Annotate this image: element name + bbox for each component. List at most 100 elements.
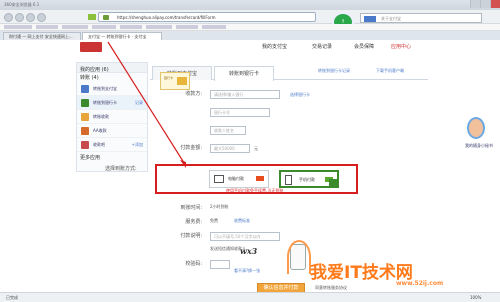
- status-bar: 已完成 100%: [0, 292, 500, 302]
- arrive-note: 使用手机付款免手续费,当天到账: [226, 188, 284, 193]
- bankcard-icon: [81, 99, 89, 107]
- shop-icon: [81, 141, 89, 149]
- fee-link[interactable]: 收费标准: [234, 218, 250, 224]
- back-icon[interactable]: [4, 13, 13, 22]
- phone-icon: [285, 175, 292, 185]
- transfer-icon: [81, 85, 89, 93]
- alipay-logo: [80, 42, 102, 52]
- field-label: 收款方:: [185, 91, 202, 97]
- fav-item[interactable]: [92, 25, 116, 29]
- sidebar-item-label: 转账到支付宝: [93, 86, 117, 91]
- favorites-bar: [0, 24, 500, 31]
- address-text: https://shenghuo.alipay.com/transfercard…: [117, 15, 216, 20]
- sidebar-item-receive[interactable]: 转账收款: [77, 110, 147, 124]
- more-apps[interactable]: 更多应用: [77, 152, 147, 163]
- field-label: 付款说明:: [180, 233, 202, 239]
- page-header: 我的支付宝 交易记录 会员保障 应用中心: [76, 40, 426, 54]
- computer-icon: [214, 175, 224, 183]
- fav-item[interactable]: [202, 25, 226, 29]
- amount-field[interactable]: 最大50000: [210, 144, 250, 153]
- field-label: 付款金额:: [180, 145, 202, 151]
- note-field[interactable]: 可以不填写,50个汉字以内: [210, 232, 280, 241]
- tab-tenpay[interactable]: 财付通 — 网上支付 安全快速网上...: [3, 32, 81, 40]
- sidebar-item-aa[interactable]: AA收款: [77, 124, 147, 138]
- records-link[interactable]: 转账到银行卡记录: [318, 68, 350, 74]
- arrive-label: 选择到账方式:: [105, 166, 137, 172]
- nav-records[interactable]: 交易记录: [312, 43, 332, 50]
- agree-checkbox[interactable]: 同意转账服务协议: [315, 285, 347, 291]
- field-label: 校验码:: [185, 261, 202, 267]
- sidebar-item-label: 转账到银行卡: [93, 100, 117, 105]
- sidebar-item-label: 转账收款: [93, 114, 109, 119]
- assistant-label: 我的随身小秘书: [465, 143, 493, 148]
- field-label: 到账时间:: [180, 205, 202, 211]
- download-link[interactable]: 下载手机客户端: [376, 68, 404, 74]
- add-link[interactable]: +添加: [132, 142, 143, 148]
- forward-icon[interactable]: [15, 13, 24, 22]
- card-icon: [177, 77, 187, 85]
- close-icon[interactable]: [490, 0, 500, 8]
- watermark-url: www.52ij.com: [396, 280, 444, 287]
- aa-icon: [81, 127, 89, 135]
- refresh-icon[interactable]: [26, 13, 35, 22]
- arrive-time: 2小时到账: [210, 204, 229, 209]
- sidebar-item-shoukuan[interactable]: 收款吧 +添加: [77, 138, 147, 152]
- receive-icon: [81, 113, 89, 121]
- option-mobile-pay[interactable]: 手机付款: [279, 170, 339, 188]
- home-icon[interactable]: [37, 13, 46, 22]
- search-engine-icon: [364, 16, 376, 22]
- fav-item[interactable]: [120, 25, 142, 29]
- sidebar-item-bankcard[interactable]: 转账到银行卡 记录: [77, 96, 147, 110]
- browser-chrome: 360安全浏览器 6.1 https://shenghuo.alipay.com…: [0, 0, 500, 40]
- search-input[interactable]: 关于支付宝: [360, 13, 482, 23]
- sidebar-item-transfer[interactable]: 转账到支付宝: [77, 82, 147, 96]
- captcha-field[interactable]: [210, 260, 230, 269]
- sidebar-group: 转账 (4): [80, 75, 99, 81]
- status-text: 已完成: [6, 295, 18, 300]
- window-title: 360安全浏览器 6.1: [4, 2, 40, 7]
- amount-unit: 元: [254, 146, 258, 151]
- records-link[interactable]: 记录: [135, 100, 143, 106]
- tab-to-bankcard[interactable]: 转账到银行卡: [214, 66, 274, 81]
- hot-icon[interactable]: [88, 14, 96, 20]
- minimize-icon[interactable]: [470, 0, 480, 8]
- fee-value: 免费: [210, 218, 218, 223]
- watermark-logo: [287, 240, 311, 274]
- fav-item[interactable]: [62, 25, 88, 29]
- sidebar: 我的应用 (6) 转账 (4) 转账到支付宝 转账到银行卡 记录 转账收款 AA收…: [76, 62, 148, 172]
- titlebar: 360安全浏览器 6.1: [0, 0, 500, 10]
- card-number-field[interactable]: 银行卡号: [210, 108, 270, 117]
- search-placeholder: 关于支付宝: [381, 16, 401, 21]
- option-label: 手机付款: [299, 177, 315, 182]
- tab-alipay[interactable]: 支付宝 — 转账到银行卡 · 支付宝: [82, 32, 162, 40]
- zoom-level[interactable]: 100%: [470, 295, 481, 300]
- fav-item[interactable]: [36, 25, 58, 29]
- fav-item[interactable]: [176, 25, 198, 29]
- field-label: 服务费:: [185, 219, 202, 225]
- bank-hint[interactable]: 选择银行卡: [290, 92, 310, 98]
- sidebar-item-label: AA收款: [93, 128, 107, 133]
- nav-security[interactable]: 会员保障: [354, 43, 374, 50]
- option-label: 电脑付款: [228, 176, 244, 181]
- payee-name-field[interactable]: 收款人姓名: [210, 126, 246, 135]
- sidebar-item-label: 收款吧: [93, 142, 105, 147]
- address-bar[interactable]: https://shenghuo.alipay.com/transfercard…: [98, 12, 316, 22]
- fee-badge: [256, 176, 264, 181]
- navbar: https://shenghuo.alipay.com/transfercard…: [0, 10, 500, 32]
- assistant-widget[interactable]: 我的随身小秘书: [465, 117, 493, 153]
- transfer-tabs: 转账到支付宝 转账到银行卡 转账到银行卡记录 下载手机客户端: [150, 62, 428, 81]
- nav-apps[interactable]: 应用中心: [391, 43, 411, 50]
- option-pc-pay[interactable]: 电脑付款: [209, 170, 269, 188]
- bank-card-promo[interactable]: 银行卡: [160, 72, 190, 90]
- captcha-refresh[interactable]: 看不清?换一张: [234, 268, 260, 274]
- maximize-icon[interactable]: [480, 0, 490, 8]
- lock-icon: [103, 15, 109, 20]
- fav-item[interactable]: [146, 25, 172, 29]
- fav-item[interactable]: [4, 25, 32, 29]
- card-text: 银行卡: [164, 76, 174, 80]
- tab-bar: 财付通 — 网上支付 安全快速网上... 支付宝 — 转账到银行卡 · 支付宝: [0, 31, 500, 40]
- assistant-avatar: [467, 117, 485, 139]
- bank-select[interactable]: 请选择/输入银行: [210, 90, 280, 99]
- captcha-image: wx3: [240, 246, 258, 256]
- nav-my-alipay[interactable]: 我的支付宝: [262, 43, 287, 50]
